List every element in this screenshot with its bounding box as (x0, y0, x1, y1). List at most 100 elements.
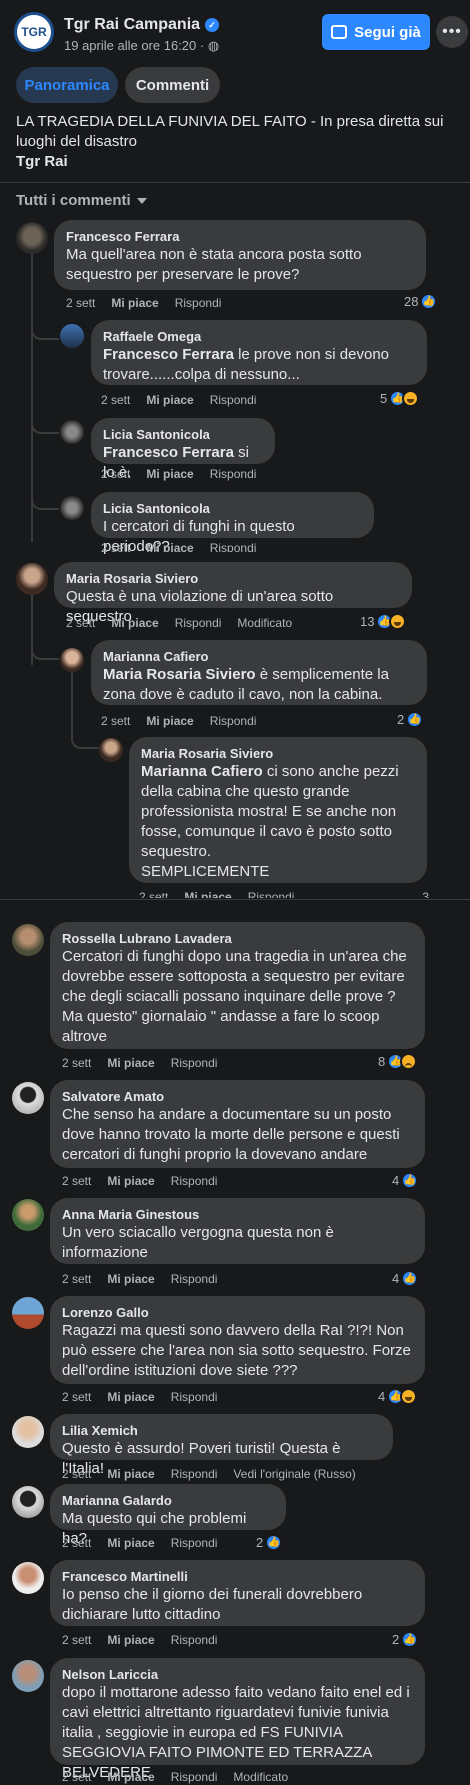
mention-link[interactable]: Francesco Ferrara (103, 444, 234, 461)
reply-button[interactable]: Rispondi (175, 616, 222, 630)
like-button[interactable]: Mi piace (107, 1536, 154, 1550)
comment-author[interactable]: Maria Rosaria Siviero (66, 570, 400, 587)
avatar[interactable] (60, 324, 84, 348)
reaction-summary[interactable]: 4 👍 (378, 1388, 418, 1405)
like-button[interactable]: Mi piace (146, 541, 193, 552)
reply-button[interactable]: Rispondi (210, 393, 257, 407)
comment-author[interactable]: Rossella Lubrano Lavadera (62, 930, 413, 947)
reaction-count[interactable]: 3 (422, 890, 429, 898)
comment-time[interactable]: 2 sett (62, 1056, 91, 1070)
reply-button[interactable]: Rispondi (171, 1467, 218, 1481)
comment-time[interactable]: 2 sett (62, 1536, 91, 1550)
avatar[interactable] (12, 1416, 44, 1448)
avatar[interactable] (16, 563, 48, 595)
reaction-summary[interactable]: 4 👍 (392, 1172, 419, 1189)
comment-author[interactable]: Lorenzo Gallo (62, 1304, 413, 1321)
reply-button[interactable]: Rispondi (171, 1633, 218, 1647)
avatar[interactable] (12, 1082, 44, 1114)
page-avatar[interactable]: TGR (14, 12, 54, 52)
like-button[interactable]: Mi piace (184, 890, 231, 898)
reaction-summary[interactable]: 28 👍 (404, 293, 438, 310)
comment-author[interactable]: Raffaele Omega (103, 328, 415, 345)
comment-time[interactable]: 2 sett (66, 296, 95, 310)
like-button[interactable]: Mi piace (107, 1272, 154, 1286)
comment-author[interactable]: Licia Santonicola (103, 426, 263, 443)
reaction-summary[interactable]: 4 👍 (392, 1270, 419, 1287)
comment-author[interactable]: Francesco Martinelli (62, 1568, 413, 1585)
comment-author[interactable]: Salvatore Amato (62, 1088, 413, 1105)
like-button[interactable]: Mi piace (107, 1633, 154, 1647)
comment-time[interactable]: 2 sett (62, 1770, 91, 1784)
avatar[interactable] (12, 1562, 44, 1594)
reply-button[interactable]: Rispondi (171, 1770, 218, 1784)
mention-link[interactable]: Maria Rosaria Siviero (103, 666, 256, 683)
like-button[interactable]: Mi piace (111, 296, 158, 310)
comment-author[interactable]: Marianna Galardo (62, 1492, 274, 1509)
comment-author[interactable]: Licia Santonicola (103, 500, 362, 517)
page-name[interactable]: Tgr Rai Campania ✓ (64, 16, 220, 34)
reply-button[interactable]: Rispondi (248, 890, 295, 898)
reaction-summary[interactable]: 2 👍 (397, 711, 424, 728)
avatar[interactable] (99, 738, 123, 762)
like-button[interactable]: Mi piace (111, 616, 158, 630)
reaction-summary[interactable]: 8 👍 (378, 1053, 418, 1070)
follow-button[interactable]: Segui già (322, 14, 430, 50)
reply-button[interactable]: Rispondi (210, 541, 257, 552)
comment-time[interactable]: 2 sett (101, 714, 130, 728)
comment-time[interactable]: 2 sett (62, 1633, 91, 1647)
comment-time[interactable]: 2 sett (101, 467, 130, 481)
page-name-text[interactable]: Tgr Rai Campania (64, 16, 200, 34)
comment-author[interactable]: Marianna Cafiero (103, 648, 415, 665)
comment-author[interactable]: Lilia Xemich (62, 1422, 381, 1439)
reaction-summary[interactable]: 13 👍 (360, 613, 407, 630)
like-button[interactable]: Mi piace (146, 714, 193, 728)
reply-button[interactable]: Rispondi (210, 714, 257, 728)
mention-link[interactable]: Francesco Ferrara (103, 346, 234, 363)
reply-button[interactable]: Rispondi (171, 1056, 218, 1070)
post-date-text[interactable]: 19 aprile alle ore 16:20 · (64, 38, 208, 53)
see-original-link[interactable]: Vedi l'originale (Russo) (233, 1467, 355, 1481)
post-date[interactable]: 19 aprile alle ore 16:20 · ◍ (64, 38, 219, 54)
like-button[interactable]: Mi piace (107, 1056, 154, 1070)
avatar[interactable] (12, 924, 44, 956)
avatar[interactable] (60, 496, 84, 520)
reply-button[interactable]: Rispondi (171, 1174, 218, 1188)
reply-button[interactable]: Rispondi (171, 1536, 218, 1550)
like-button[interactable]: Mi piace (107, 1770, 154, 1784)
reply-button[interactable]: Rispondi (171, 1272, 218, 1286)
avatar[interactable] (60, 648, 84, 672)
reaction-summary[interactable]: 2 👍 (392, 1631, 419, 1648)
like-button[interactable]: Mi piace (107, 1174, 154, 1188)
avatar[interactable] (12, 1486, 44, 1518)
comment-time[interactable]: 2 sett (101, 541, 130, 552)
mention-link[interactable]: Marianna Cafiero (141, 763, 263, 780)
reply-button[interactable]: Rispondi (175, 296, 222, 310)
comment-author[interactable]: Francesco Ferrara (66, 228, 414, 245)
comment-time[interactable]: 2 sett (62, 1467, 91, 1481)
reply-button[interactable]: Rispondi (171, 1390, 218, 1404)
comment-author[interactable]: Maria Rosaria Siviero (141, 745, 415, 762)
avatar[interactable] (60, 420, 84, 444)
comment-time[interactable]: 2 sett (62, 1174, 91, 1188)
like-button[interactable]: Mi piace (146, 393, 193, 407)
tab-commenti[interactable]: Commenti (125, 67, 220, 103)
reply-button[interactable]: Rispondi (210, 467, 257, 481)
reaction-summary[interactable]: 2 👍 (256, 1534, 283, 1551)
like-button[interactable]: Mi piace (107, 1390, 154, 1404)
like-button[interactable]: Mi piace (146, 467, 193, 481)
post-author[interactable]: Tgr Rai (16, 153, 68, 170)
avatar[interactable] (16, 222, 48, 254)
avatar[interactable] (12, 1660, 44, 1692)
avatar[interactable] (12, 1199, 44, 1231)
reaction-summary[interactable]: 5 👍 (380, 390, 420, 407)
comment-time[interactable]: 2 sett (62, 1272, 91, 1286)
comment-time[interactable]: 2 sett (62, 1390, 91, 1404)
comment-author[interactable]: Anna Maria Ginestous (62, 1206, 413, 1223)
comment-time[interactable]: 2 sett (139, 890, 168, 898)
tab-panoramica[interactable]: Panoramica (16, 67, 118, 103)
like-button[interactable]: Mi piace (107, 1467, 154, 1481)
avatar[interactable] (12, 1297, 44, 1329)
comment-author[interactable]: Nelson Lariccia (62, 1666, 413, 1683)
more-options-button[interactable]: ••• (436, 16, 468, 48)
comment-time[interactable]: 2 sett (66, 616, 95, 630)
